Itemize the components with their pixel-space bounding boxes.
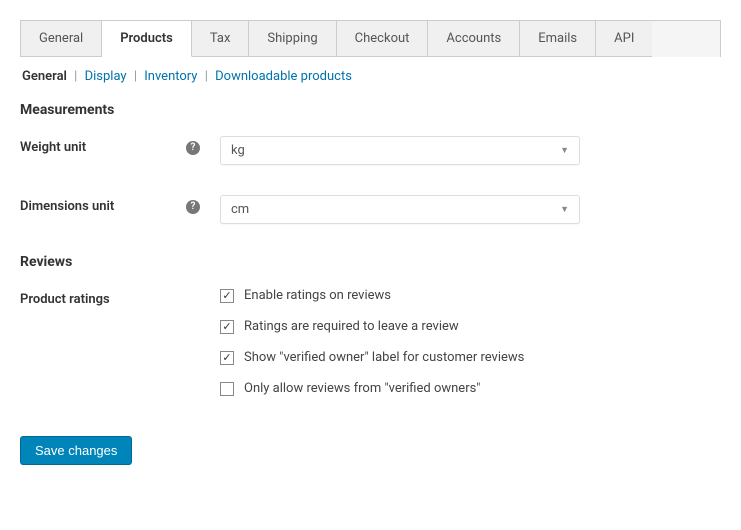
section-reviews: Reviews bbox=[20, 254, 721, 270]
help-icon[interactable]: ? bbox=[186, 200, 200, 214]
checkbox-icon[interactable] bbox=[220, 289, 234, 303]
tab-api[interactable]: API bbox=[596, 21, 652, 57]
tab-emails[interactable]: Emails bbox=[520, 21, 596, 57]
subtab-display[interactable]: Display bbox=[85, 69, 127, 84]
weight-unit-value: kg bbox=[231, 143, 245, 158]
row-weight-unit: Weight unit ? kg ▼ bbox=[20, 136, 721, 165]
separator: | bbox=[134, 69, 137, 84]
weight-unit-select[interactable]: kg ▼ bbox=[220, 136, 580, 165]
checkbox-icon[interactable] bbox=[220, 320, 234, 334]
section-measurements: Measurements bbox=[20, 102, 721, 118]
checkbox-label: Enable ratings on reviews bbox=[244, 288, 391, 303]
tab-general[interactable]: General bbox=[21, 21, 102, 57]
sub-tabs: General | Display | Inventory | Download… bbox=[22, 69, 719, 84]
tab-tax[interactable]: Tax bbox=[192, 21, 250, 57]
checkbox-label: Only allow reviews from "verified owners… bbox=[244, 381, 480, 396]
dimensions-unit-label: Dimensions unit bbox=[20, 199, 114, 214]
row-product-ratings: Product ratings Enable ratings on review… bbox=[20, 288, 721, 396]
checkbox-icon[interactable] bbox=[220, 351, 234, 365]
tab-accounts[interactable]: Accounts bbox=[428, 21, 520, 57]
main-tabs: General Products Tax Shipping Checkout A… bbox=[20, 20, 721, 57]
checkbox-ratings-required[interactable]: Ratings are required to leave a review bbox=[220, 319, 580, 334]
checkbox-verified-only[interactable]: Only allow reviews from "verified owners… bbox=[220, 381, 580, 396]
dimensions-unit-value: cm bbox=[231, 202, 249, 217]
product-ratings-label: Product ratings bbox=[20, 292, 110, 307]
checkbox-verified-label[interactable]: Show "verified owner" label for customer… bbox=[220, 350, 580, 365]
chevron-down-icon: ▼ bbox=[560, 145, 569, 156]
separator: | bbox=[205, 69, 208, 84]
weight-unit-label: Weight unit bbox=[20, 140, 86, 155]
checkbox-enable-ratings[interactable]: Enable ratings on reviews bbox=[220, 288, 580, 303]
subtab-inventory[interactable]: Inventory bbox=[144, 69, 197, 84]
help-icon[interactable]: ? bbox=[186, 141, 200, 155]
subtab-downloadable[interactable]: Downloadable products bbox=[215, 69, 352, 84]
dimensions-unit-select[interactable]: cm ▼ bbox=[220, 195, 580, 224]
subtab-general[interactable]: General bbox=[22, 69, 67, 84]
tab-checkout[interactable]: Checkout bbox=[337, 21, 429, 57]
separator: | bbox=[74, 69, 77, 84]
chevron-down-icon: ▼ bbox=[560, 204, 569, 215]
row-dimensions-unit: Dimensions unit ? cm ▼ bbox=[20, 195, 721, 224]
checkbox-label: Ratings are required to leave a review bbox=[244, 319, 459, 334]
save-button[interactable]: Save changes bbox=[20, 436, 132, 465]
tab-shipping[interactable]: Shipping bbox=[249, 21, 336, 57]
checkbox-icon[interactable] bbox=[220, 382, 234, 396]
tab-products[interactable]: Products bbox=[102, 21, 192, 57]
checkbox-label: Show "verified owner" label for customer… bbox=[244, 350, 524, 365]
